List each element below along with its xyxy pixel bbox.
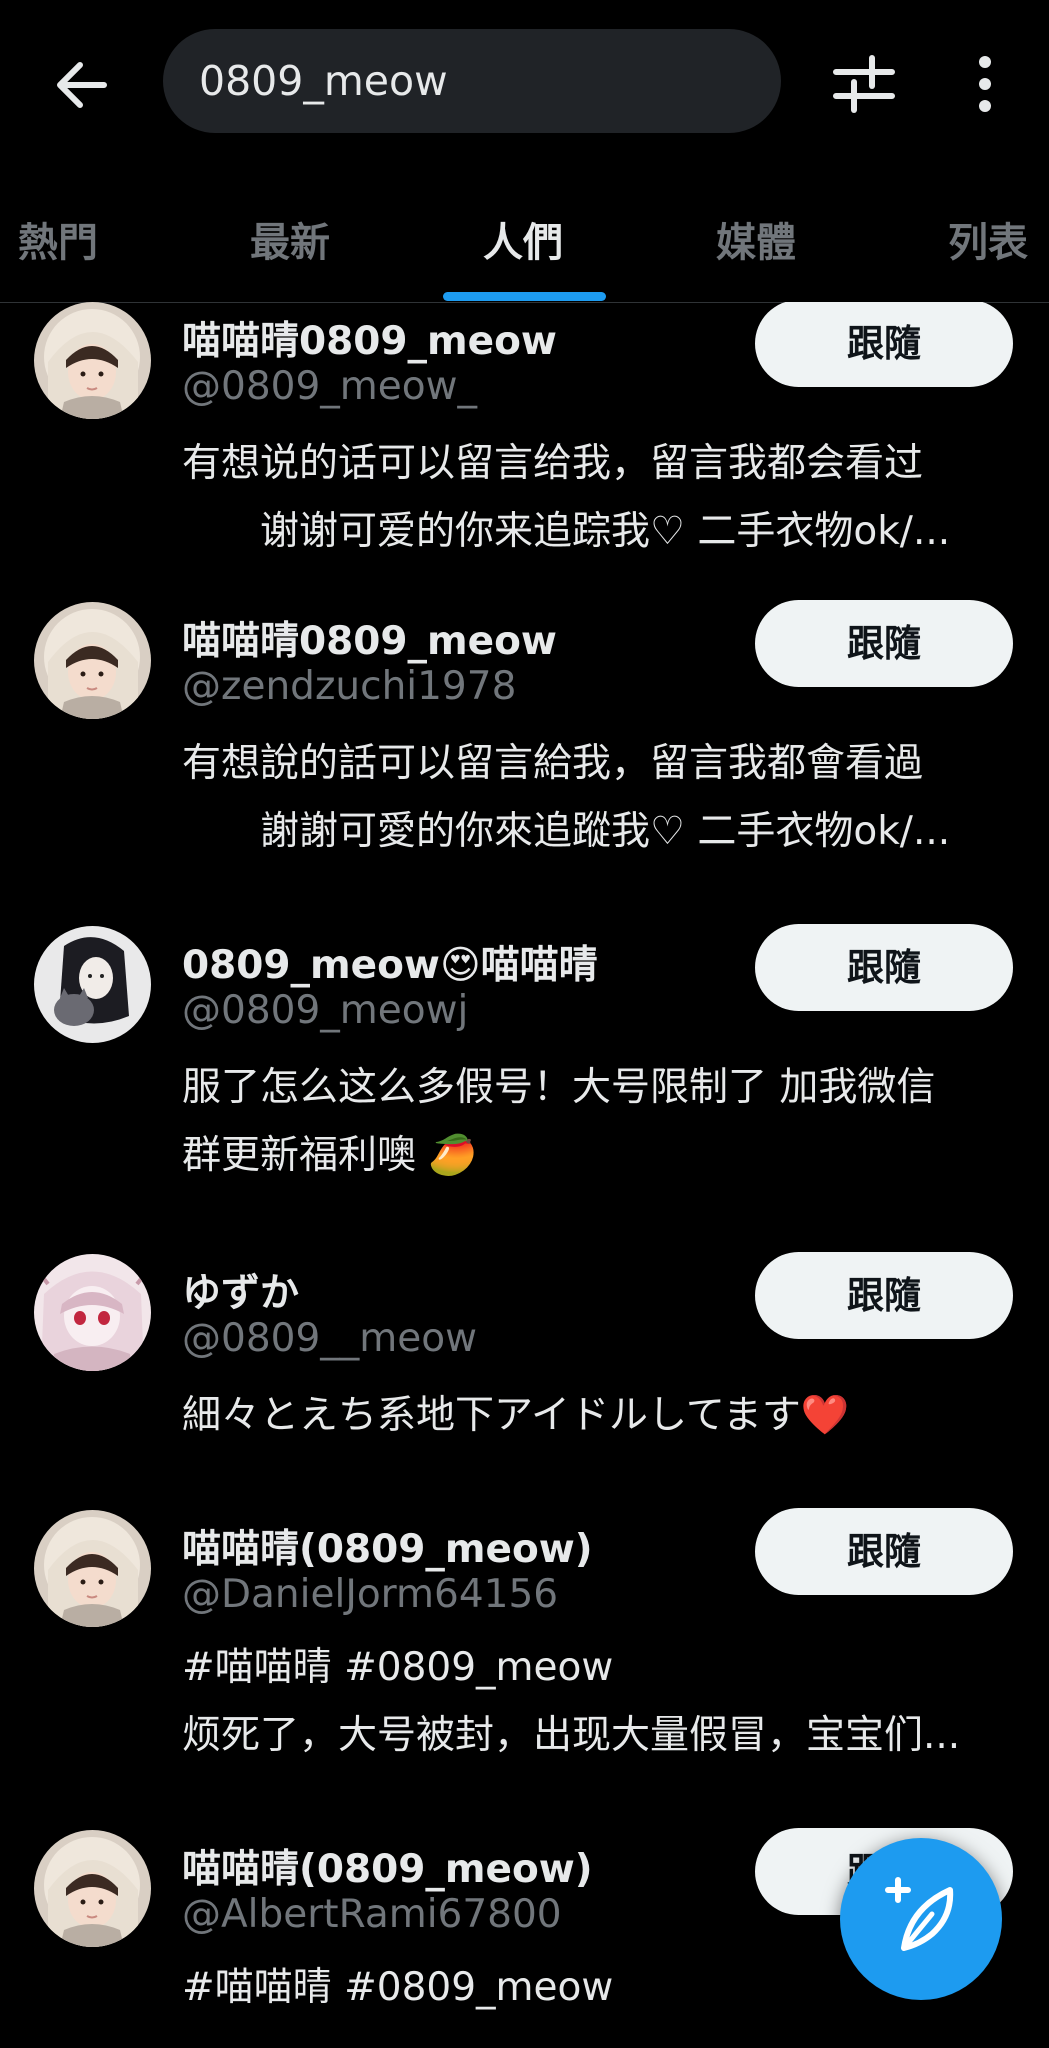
follow-button[interactable]: 跟隨 — [755, 1252, 1013, 1339]
user-display-name: ゆずか — [182, 1271, 300, 1316]
search-query: 0809_meow — [199, 57, 448, 105]
user-bio-line: #喵喵晴 #0809_meow — [182, 1965, 614, 2010]
tab-lists[interactable]: 列表 — [948, 210, 1028, 268]
user-bio-line: 烦死了，大号被封，出现大量假冒，宝宝们... — [182, 1713, 961, 1758]
search-input[interactable]: 0809_meow — [163, 29, 781, 133]
sliders-icon — [833, 55, 895, 113]
user-row[interactable]: ゆずか @0809__meow 細々とえち系地下アイドルしてます❤️ 跟隨 — [0, 1252, 1049, 1504]
avatar[interactable] — [34, 302, 151, 419]
user-handle: @DanielJorm64156 — [182, 1572, 559, 1617]
search-tabs: 熱門 最新 人們 媒體 列表 — [0, 170, 1049, 303]
tab-latest[interactable]: 最新 — [250, 210, 330, 268]
user-handle: @zendzuchi1978 — [182, 664, 517, 709]
user-bio-line: 谢谢可爱的你来追踪我♡ 二手衣物ok/... — [260, 509, 951, 554]
avatar[interactable] — [34, 926, 151, 1043]
filter-button[interactable] — [830, 50, 898, 118]
compose-button[interactable] — [840, 1838, 1002, 2000]
user-row[interactable]: 喵喵晴0809_meow @zendzuchi1978 有想說的話可以留言給我，… — [0, 600, 1049, 922]
follow-button[interactable]: 跟隨 — [755, 1508, 1013, 1595]
more-vertical-icon — [979, 56, 991, 112]
user-handle: @0809_meowj — [182, 988, 469, 1033]
avatar[interactable] — [34, 1830, 151, 1947]
user-bio-line: 群更新福利噢 🥭 — [182, 1133, 477, 1178]
user-row[interactable]: 喵喵晴(0809_meow) @DanielJorm64156 #喵喵晴 #08… — [0, 1508, 1049, 1830]
user-bio-line: 有想说的话可以留言给我，留言我都会看过 — [182, 441, 924, 486]
user-handle: @AlbertRami67800 — [182, 1892, 562, 1937]
user-display-name: 喵喵晴0809_meow — [182, 619, 557, 664]
avatar[interactable] — [34, 602, 151, 719]
tab-top[interactable]: 熱門 — [18, 210, 98, 268]
user-row[interactable]: 喵喵晴0809_meow @0809_meow_ 有想说的话可以留言给我，留言我… — [0, 302, 1049, 598]
user-handle: @0809__meow — [182, 1316, 477, 1361]
follow-button[interactable]: 跟隨 — [755, 924, 1013, 1011]
more-options-button[interactable] — [955, 50, 1015, 118]
people-results-list: 喵喵晴0809_meow @0809_meow_ 有想说的话可以留言给我，留言我… — [0, 302, 1049, 2048]
compose-feather-icon — [885, 1877, 954, 1951]
user-handle: @0809_meow_ — [182, 364, 477, 409]
user-bio-line: #喵喵晴 #0809_meow — [182, 1645, 614, 1690]
follow-button[interactable]: 跟隨 — [755, 600, 1013, 687]
back-button[interactable] — [48, 50, 118, 120]
avatar[interactable] — [34, 1254, 151, 1371]
tab-people[interactable]: 人們 — [483, 210, 563, 268]
arrow-left-icon — [57, 62, 107, 108]
user-bio-line: 謝謝可愛的你來追蹤我♡ 二手衣物ok/... — [260, 809, 951, 854]
user-bio-line: 服了怎么这么多假号！大号限制了 加我微信 — [182, 1065, 936, 1110]
user-row[interactable]: 0809_meow😍喵喵晴 @0809_meowj 服了怎么这么多假号！大号限制… — [0, 924, 1049, 1246]
search-header: 0809_meow — [0, 0, 1049, 170]
user-display-name: 喵喵晴(0809_meow) — [182, 1847, 593, 1892]
tab-media[interactable]: 媒體 — [716, 210, 796, 268]
active-tab-indicator — [443, 292, 606, 301]
user-bio-line: 有想說的話可以留言給我，留言我都會看過 — [182, 741, 924, 786]
user-display-name: 喵喵晴(0809_meow) — [182, 1527, 593, 1572]
avatar[interactable] — [34, 1510, 151, 1627]
user-display-name: 0809_meow😍喵喵晴 — [182, 943, 598, 988]
user-bio-line: 細々とえち系地下アイドルしてます❤️ — [182, 1393, 850, 1438]
follow-button[interactable]: 跟隨 — [755, 302, 1013, 387]
user-display-name: 喵喵晴0809_meow — [182, 319, 557, 364]
